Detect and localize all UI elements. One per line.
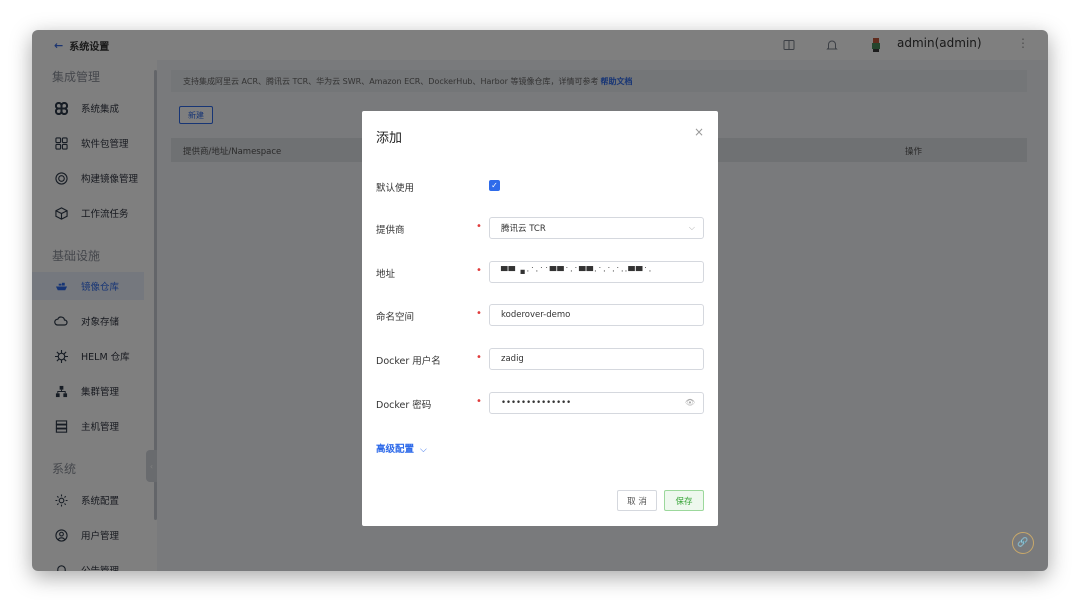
address-label: 地址 — [376, 269, 396, 280]
required-mark: • — [476, 352, 482, 363]
username-value: zadig — [501, 354, 524, 364]
address-value: ▀▀ ▪·˙·˙˙▀▀˙·˙▀▀·˙·˙·˙··▀▀˙· — [501, 267, 653, 277]
chevron-down-icon: ⌵ — [420, 445, 427, 455]
required-mark: • — [476, 265, 482, 276]
password-row: Docker 密码 • •••••••••••••• 👁 — [376, 392, 706, 414]
username-input[interactable]: zadig — [489, 348, 704, 370]
password-value: •••••••••••••• — [501, 398, 572, 408]
provider-label: 提供商 — [376, 225, 405, 236]
app-window: ← 系统设置 集成管理 系统集成 软件包管理 构建镜像管理 工作流任务 基础设施… — [32, 30, 1048, 571]
provider-row: 提供商 • 腾讯云 TCR ⌵ — [376, 217, 706, 239]
default-checkbox[interactable]: ✓ — [489, 180, 500, 191]
dialog-title: 添加 — [376, 131, 403, 146]
namespace-input[interactable]: koderover-demo — [489, 304, 704, 326]
default-label: 默认使用 — [376, 183, 415, 194]
required-mark: • — [476, 308, 482, 319]
password-label: Docker 密码 — [376, 400, 432, 411]
namespace-row: 命名空间 • koderover-demo — [376, 304, 706, 326]
required-mark: • — [476, 221, 482, 232]
cancel-button[interactable]: 取 消 — [617, 490, 657, 511]
required-mark: • — [476, 396, 482, 407]
default-row: 默认使用 ✓ — [376, 175, 706, 197]
close-icon[interactable]: × — [694, 125, 704, 139]
save-button[interactable]: 保存 — [664, 490, 704, 511]
provider-value: 腾讯云 TCR — [501, 224, 546, 234]
address-row: 地址 • ▀▀ ▪·˙·˙˙▀▀˙·˙▀▀·˙·˙·˙··▀▀˙· — [376, 261, 706, 283]
password-input[interactable]: •••••••••••••• 👁 — [489, 392, 704, 414]
advanced-label: 高级配置 — [376, 444, 415, 455]
username-row: Docker 用户名 • zadig — [376, 348, 706, 370]
chevron-down-icon: ⌵ — [688, 223, 695, 232]
link-icon[interactable]: 🔗 — [1012, 532, 1034, 554]
namespace-label: 命名空间 — [376, 312, 415, 323]
provider-select[interactable]: 腾讯云 TCR ⌵ — [489, 217, 704, 239]
address-input[interactable]: ▀▀ ▪·˙·˙˙▀▀˙·˙▀▀·˙·˙·˙··▀▀˙· — [489, 261, 704, 283]
add-registry-dialog: 添加 × 默认使用 ✓ 提供商 • 腾讯云 TCR ⌵ 地址 • ▀▀ ▪·˙·… — [362, 111, 718, 526]
username-label: Docker 用户名 — [376, 356, 441, 367]
advanced-config-toggle[interactable]: 高级配置 ⌵ — [376, 441, 427, 455]
eye-icon[interactable]: 👁 — [685, 398, 695, 407]
namespace-value: koderover-demo — [501, 310, 571, 320]
